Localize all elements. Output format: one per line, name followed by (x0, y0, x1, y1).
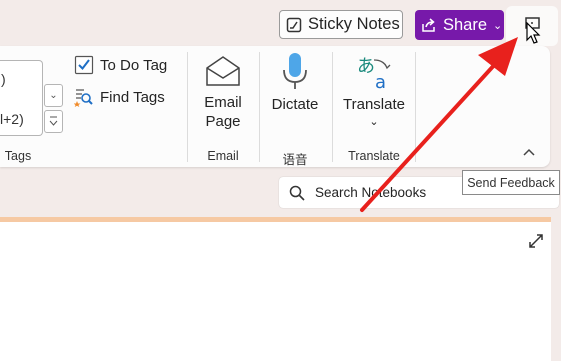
translate-icon: あ a (354, 54, 394, 90)
tag-gallery[interactable]: ) l+2) (0, 60, 43, 136)
find-tags-button[interactable]: Find Tags (74, 87, 165, 107)
group-divider (259, 52, 260, 162)
group-divider (415, 52, 416, 162)
gallery-scroll-down-button[interactable]: ⌄ (44, 84, 63, 107)
collapse-ribbon-icon[interactable] (522, 147, 536, 157)
translate-button[interactable]: あ a Translate ⌄ (340, 54, 408, 128)
sticky-notes-label: Sticky Notes (308, 15, 400, 33)
sticky-notes-button[interactable]: Sticky Notes (279, 10, 403, 39)
chevron-down-icon[interactable]: ⌄ (493, 19, 502, 32)
svg-text:a: a (375, 72, 386, 90)
gallery-scroll: ⌄ (44, 60, 64, 136)
checkbox-icon (74, 55, 94, 75)
gallery-text-bottom: l+2) (0, 111, 24, 127)
email-page-button[interactable]: Email Page (196, 54, 250, 130)
gallery-more-button[interactable] (44, 110, 63, 133)
todo-tag-label: To Do Tag (100, 56, 168, 74)
email-icon (204, 54, 242, 88)
tags-group-label: Tags (4, 149, 32, 163)
todo-tag-button[interactable]: To Do Tag (74, 55, 167, 75)
microphone-icon (280, 52, 310, 90)
email-label-line2: Page (205, 113, 241, 130)
gallery-expand-icon (49, 116, 58, 128)
group-divider (332, 52, 333, 162)
page-canvas[interactable] (0, 222, 551, 361)
search-icon (289, 185, 305, 201)
dictate-button[interactable]: Dictate (266, 52, 324, 113)
translate-chevron-icon: ⌄ (369, 116, 379, 128)
expand-icon[interactable] (527, 232, 545, 250)
tooltip-text: Send Feedback (467, 175, 555, 190)
send-feedback-tooltip: Send Feedback (462, 170, 560, 195)
share-button[interactable]: Share ⌄ (415, 10, 504, 40)
voice-group-label: 语音 (282, 153, 308, 167)
translate-group-label: Translate (348, 149, 400, 163)
email-group-label: Email (207, 149, 239, 163)
share-icon (421, 17, 437, 33)
svg-text:あ: あ (357, 56, 375, 77)
share-label: Share (443, 15, 488, 34)
find-tags-label: Find Tags (100, 88, 165, 106)
gallery-text-top: ) (1, 71, 6, 87)
search-placeholder: Search Notebooks (315, 185, 427, 200)
email-label-line1: Email (204, 94, 242, 111)
dictate-label: Dictate (271, 96, 319, 113)
sticky-notes-icon (286, 17, 302, 33)
group-divider (187, 52, 188, 162)
find-tags-icon (74, 87, 94, 107)
translate-label: Translate (343, 96, 405, 113)
